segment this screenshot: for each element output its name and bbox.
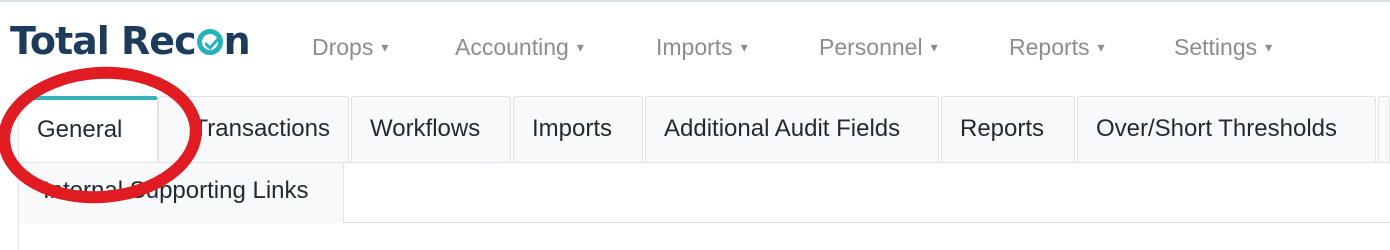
tab-additional-audit-fields[interactable]: Additional Audit Fields [645,96,939,162]
tab-label: Workflows [370,115,481,142]
chevron-down-icon: ▾ [576,39,584,55]
app-logo[interactable]: Total Rec n [10,18,251,64]
check-icon [196,29,223,55]
tab-over-short-thresholds[interactable]: Over/Short Thresholds [1077,96,1376,162]
tab-label: Reports [960,115,1045,142]
logo-text: Total Rec [10,19,197,63]
chevron-down-icon: ▾ [1097,39,1105,55]
tab-label: Over/Short Thresholds [1096,115,1337,142]
nav-label: Personnel [819,34,923,60]
nav-label: Accounting [455,34,569,60]
logo-text-end: n [223,19,251,63]
tab-label: General [37,116,123,143]
nav-label: Drops [312,34,374,60]
tab-reports[interactable]: Reports [941,96,1075,162]
nav-settings[interactable]: Settings ▾ [1174,30,1272,64]
top-border [0,0,1390,2]
tab-workflows[interactable]: Workflows [351,96,511,162]
nav-imports[interactable]: Imports ▾ [656,30,748,64]
chevron-down-icon: ▾ [740,39,748,55]
tab-overflow[interactable] [1378,96,1390,162]
tab-label: Additional Audit Fields [664,115,901,142]
tab-label: Imports [532,115,613,142]
tab-label: Transactions [193,115,331,142]
nav-label: Imports [656,34,733,60]
tab-general[interactable]: General [18,96,158,162]
nav-accounting[interactable]: Accounting ▾ [455,30,584,64]
nav-drops[interactable]: Drops ▾ [312,30,388,64]
tab-transactions[interactable]: Transactions [158,96,349,162]
tab-imports[interactable]: Imports [513,96,643,162]
chevron-down-icon: ▾ [1265,39,1273,55]
tab-internal-supporting-links[interactable]: Internal Supporting Links [18,162,344,223]
chevron-down-icon: ▾ [381,39,389,55]
nav-label: Reports [1009,34,1090,60]
nav-reports[interactable]: Reports ▾ [1009,30,1105,64]
nav-personnel[interactable]: Personnel ▾ [819,30,938,64]
nav-label: Settings [1174,34,1258,60]
chevron-down-icon: ▾ [930,39,938,55]
tab-label: Internal Supporting Links [43,177,309,204]
